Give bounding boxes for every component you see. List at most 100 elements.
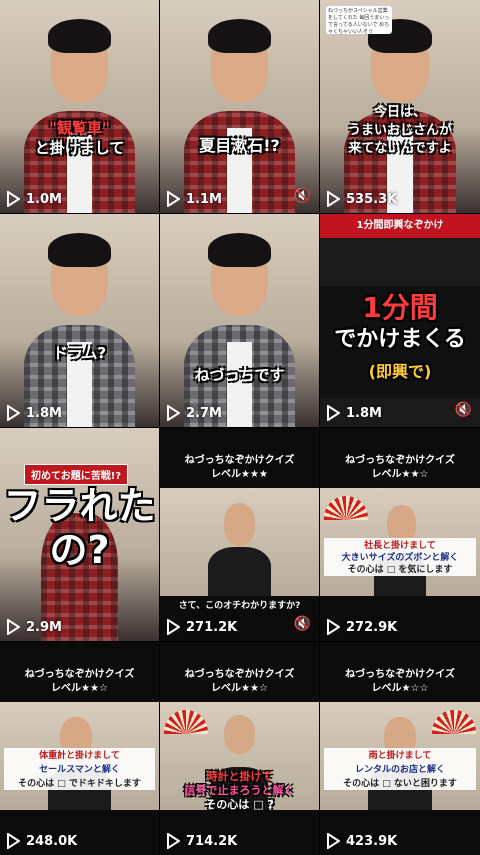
quiz-header: ねづっちなぞかけクイズ レベル★★☆ — [320, 454, 480, 482]
performer-hair — [207, 19, 272, 54]
quiz-level: レベル★★☆ — [51, 683, 108, 694]
title-banner: 1分間即興なぞかけ — [320, 214, 480, 238]
fan-icon — [164, 710, 208, 734]
caption-line: うまいおじさんが — [347, 123, 452, 138]
view-count-label: 1.1M — [186, 191, 222, 207]
caption-line: ドラム? — [52, 344, 107, 362]
view-count: 535.3K — [326, 191, 397, 207]
quiz-line: 大きいサイズのズボンと解く — [341, 553, 459, 563]
play-outline-icon — [327, 619, 340, 635]
view-count-label: 1.8M — [346, 405, 382, 421]
play-outline-icon — [7, 191, 20, 207]
quiz-line: セールスマンと解く — [39, 765, 120, 775]
view-count: 1.1M — [166, 191, 222, 207]
video-tile-9[interactable]: ねづっちなぞかけクイズ レベル★★☆ 社長と掛けまして 大きいサイズのズボンと解… — [320, 428, 480, 641]
view-count-label: 1.8M — [26, 405, 62, 421]
view-count: 1.0M — [6, 191, 62, 207]
speaker-muted-icon[interactable]: 🔇 — [294, 616, 311, 632]
video-tile-11[interactable]: ねづっちなぞかけクイズ レベル★★☆ 時計と掛けて 信号で止まろうと解く その心… — [160, 642, 319, 855]
speaker-muted-icon[interactable]: 🔇 — [294, 188, 311, 204]
caption-line: 来てないんですよ — [348, 141, 452, 156]
view-count-label: 271.2K — [186, 619, 238, 635]
video-caption: ドラム? — [0, 342, 159, 363]
quiz-line: その心は □ ? — [205, 798, 274, 811]
performer-hair — [47, 19, 112, 54]
topic-badge: 初めてお題に苦戦!? — [24, 464, 129, 485]
view-count: 272.9K — [326, 619, 397, 635]
quiz-level: レベル★★☆ — [211, 683, 268, 694]
quiz-line: さて、このオチわかりますか? — [178, 601, 301, 611]
view-count-label: 714.2K — [186, 833, 238, 849]
video-tile-12[interactable]: ねづっちなぞかけクイズ レベル★☆☆ 雨と掛けまして レンタルのお店と解く その… — [320, 642, 480, 855]
caption-line: と掛けまして — [34, 139, 125, 157]
quiz-title: ねづっちなぞかけクイズ — [184, 669, 295, 680]
video-caption: 夏目漱石!? — [160, 132, 319, 156]
fan-icon — [324, 496, 368, 520]
video-tile-2[interactable]: 夏目漱石!? 1.1M 🔇 — [160, 0, 319, 213]
caption-line: の? — [49, 528, 110, 572]
play-outline-icon — [7, 619, 20, 635]
quiz-line: 信号で止まろうと解く — [184, 784, 295, 797]
performer-hair — [207, 233, 272, 268]
video-tile-1[interactable]: "観覧車" と掛けまして 1.0M — [0, 0, 159, 213]
quiz-header: ねづっちなぞかけクイズ レベル★★☆ — [0, 668, 159, 696]
comment-card: ねづっちがスペシャル営業をしてくれた 毎回うまいって言ってる人いないで めちゃく… — [326, 6, 392, 34]
caption-line: 夏目漱石!? — [199, 136, 280, 155]
view-count: 2.9M — [6, 619, 62, 635]
video-tile-3[interactable]: ねづっちがスペシャル営業をしてくれた 毎回うまいって言ってる人いないで めちゃく… — [320, 0, 480, 213]
video-tile-7[interactable]: 初めてお題に苦戦!? フラれた の? 2.9M — [0, 428, 159, 641]
play-outline-icon — [167, 619, 180, 635]
quiz-header: ねづっちなぞかけクイズ レベル★★☆ — [160, 668, 319, 696]
video-caption: 1分間 でかけまくる (即興で) — [320, 292, 480, 388]
play-outline-icon — [7, 405, 20, 421]
quiz-level: レベル★★★ — [211, 469, 268, 480]
quiz-level: レベル★☆☆ — [371, 683, 429, 694]
view-count: 248.0K — [6, 833, 77, 849]
speaker-muted-icon[interactable]: 🔇 — [455, 402, 472, 418]
quiz-line: 雨と掛けまして — [368, 751, 432, 761]
quiz-line: その心は □ ないと困ります — [343, 779, 457, 789]
play-outline-icon — [167, 191, 180, 207]
performer-figure — [207, 547, 272, 596]
caption-line: 今日は、 — [373, 105, 426, 120]
video-tile-6[interactable]: 1分間即興なぞかけ 1分間 でかけまくる (即興で) 1.8M 🔇 — [320, 214, 480, 427]
view-count-label: 272.9K — [346, 619, 398, 635]
video-tile-5[interactable]: ねづっちです 2.7M — [160, 214, 319, 427]
quiz-title: ねづっちなぞかけクイズ — [345, 455, 455, 466]
view-count: 271.2K — [166, 619, 237, 635]
fan-icon — [432, 710, 476, 734]
video-frame — [160, 488, 319, 596]
quiz-line: 体重計と掛けまして — [39, 751, 120, 761]
view-count: 423.9K — [326, 833, 397, 849]
caption-line: ねづっちです — [194, 366, 285, 384]
quiz-line: 時計と掛けて — [206, 770, 273, 783]
video-tile-10[interactable]: ねづっちなぞかけクイズ レベル★★☆ 体重計と掛けまして セールスマンと解く そ… — [0, 642, 159, 855]
caption-line: (即興で) — [368, 362, 432, 381]
quiz-level: レベル★★☆ — [371, 469, 429, 480]
quiz-caption: 時計と掛けて 信号で止まろうと解く その心は □ ? — [160, 770, 319, 812]
quiz-header: ねづっちなぞかけクイズ レベル★★★ — [160, 454, 319, 482]
play-outline-icon — [327, 833, 340, 849]
quiz-line: レンタルのお店と解く — [354, 765, 445, 775]
caption-line: 1分間 — [362, 291, 438, 324]
quiz-line: その心は □ でドキドキします — [18, 779, 141, 789]
video-tile-8[interactable]: ねづっちなぞかけクイズ レベル★★★ さて、このオチわかりますか? 271.2K… — [160, 428, 319, 641]
video-tile-4[interactable]: ドラム? 1.8M — [0, 214, 159, 427]
view-count: 1.8M — [6, 405, 62, 421]
quiz-title: ねづっちなぞかけクイズ — [184, 455, 295, 466]
play-outline-icon — [327, 191, 340, 207]
quiz-line: 社長と掛けまして — [364, 541, 436, 551]
view-count-label: 535.3K — [346, 191, 398, 207]
caption-line: でかけまくる — [334, 327, 466, 352]
performer-face — [223, 503, 256, 547]
video-caption: フラれた の? — [0, 484, 159, 572]
view-count-label: 423.9K — [346, 833, 398, 849]
caption-line: "観覧車" — [49, 119, 110, 137]
video-grid: "観覧車" と掛けまして 1.0M 夏目漱石!? 1.1M 🔇 ねづっちがスペシ… — [0, 0, 480, 855]
view-count: 2.7M — [166, 405, 222, 421]
view-count: 714.2K — [166, 833, 237, 849]
video-caption: "観覧車" と掛けまして — [0, 118, 159, 158]
view-count: 1.8M — [326, 405, 382, 421]
view-count-label: 2.7M — [186, 405, 222, 421]
quiz-title: ねづっちなぞかけクイズ — [345, 669, 455, 680]
